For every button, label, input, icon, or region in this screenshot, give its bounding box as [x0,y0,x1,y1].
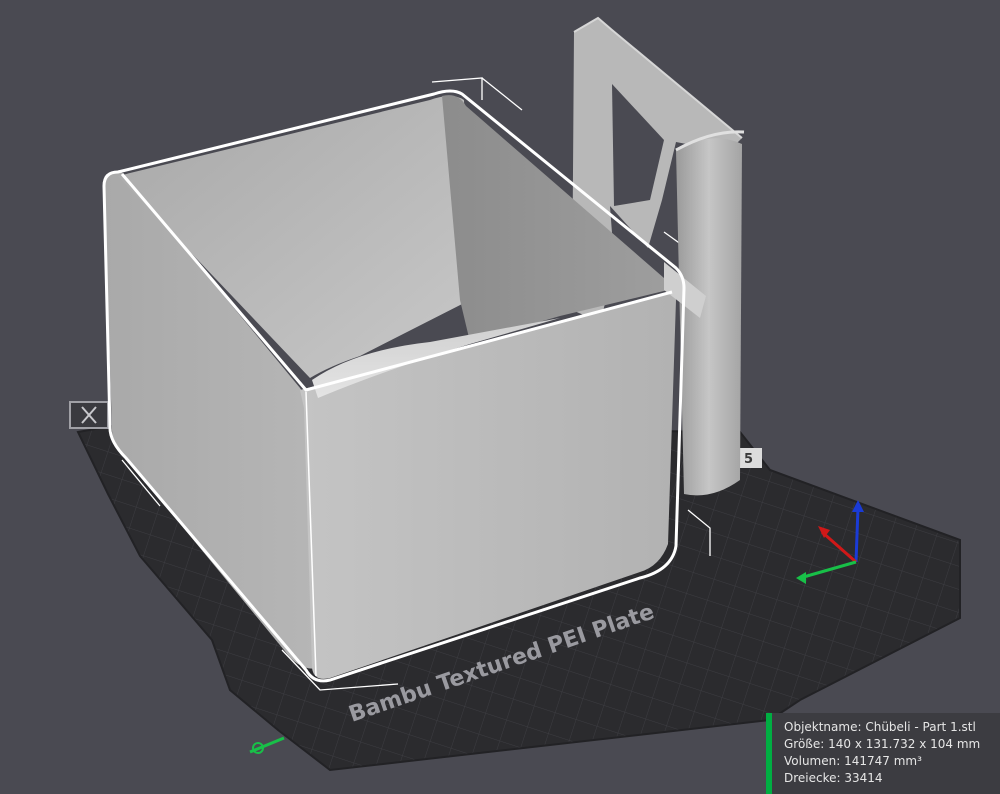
plate-id-badge-text: 5 [744,452,753,467]
object-volume-value: 141747 mm³ [844,754,922,768]
object-size-value: 140 x 131.732 x 104 mm [828,737,981,751]
object-triangles-row: Dreiecke: 33414 [784,770,1000,787]
object-triangles-label: Dreiecke: [784,771,841,785]
origin-marker-icon [249,736,285,754]
object-triangles-value: 33414 [844,771,883,785]
plate-id-badge: 5 [738,448,762,468]
object-volume-label: Volumen: [784,754,841,768]
object-name-row: Objektname: Chübeli - Part 1.stl [784,719,1000,736]
object-volume-row: Volumen: 141747 mm³ [784,753,1000,770]
object-size-row: Größe: 140 x 131.732 x 104 mm [784,736,1000,753]
object-size-label: Größe: [784,737,825,751]
object-name-value: Chübeli - Part 1.stl [865,720,976,734]
object-name-label: Objektname: [784,720,862,734]
object-info-panel: Objektname: Chübeli - Part 1.stl Größe: … [766,713,1000,794]
close-icon[interactable] [69,401,109,429]
3d-viewport[interactable]: Bambu Textured PEI Plate 5 [0,0,1000,794]
handle-tube [676,138,742,496]
